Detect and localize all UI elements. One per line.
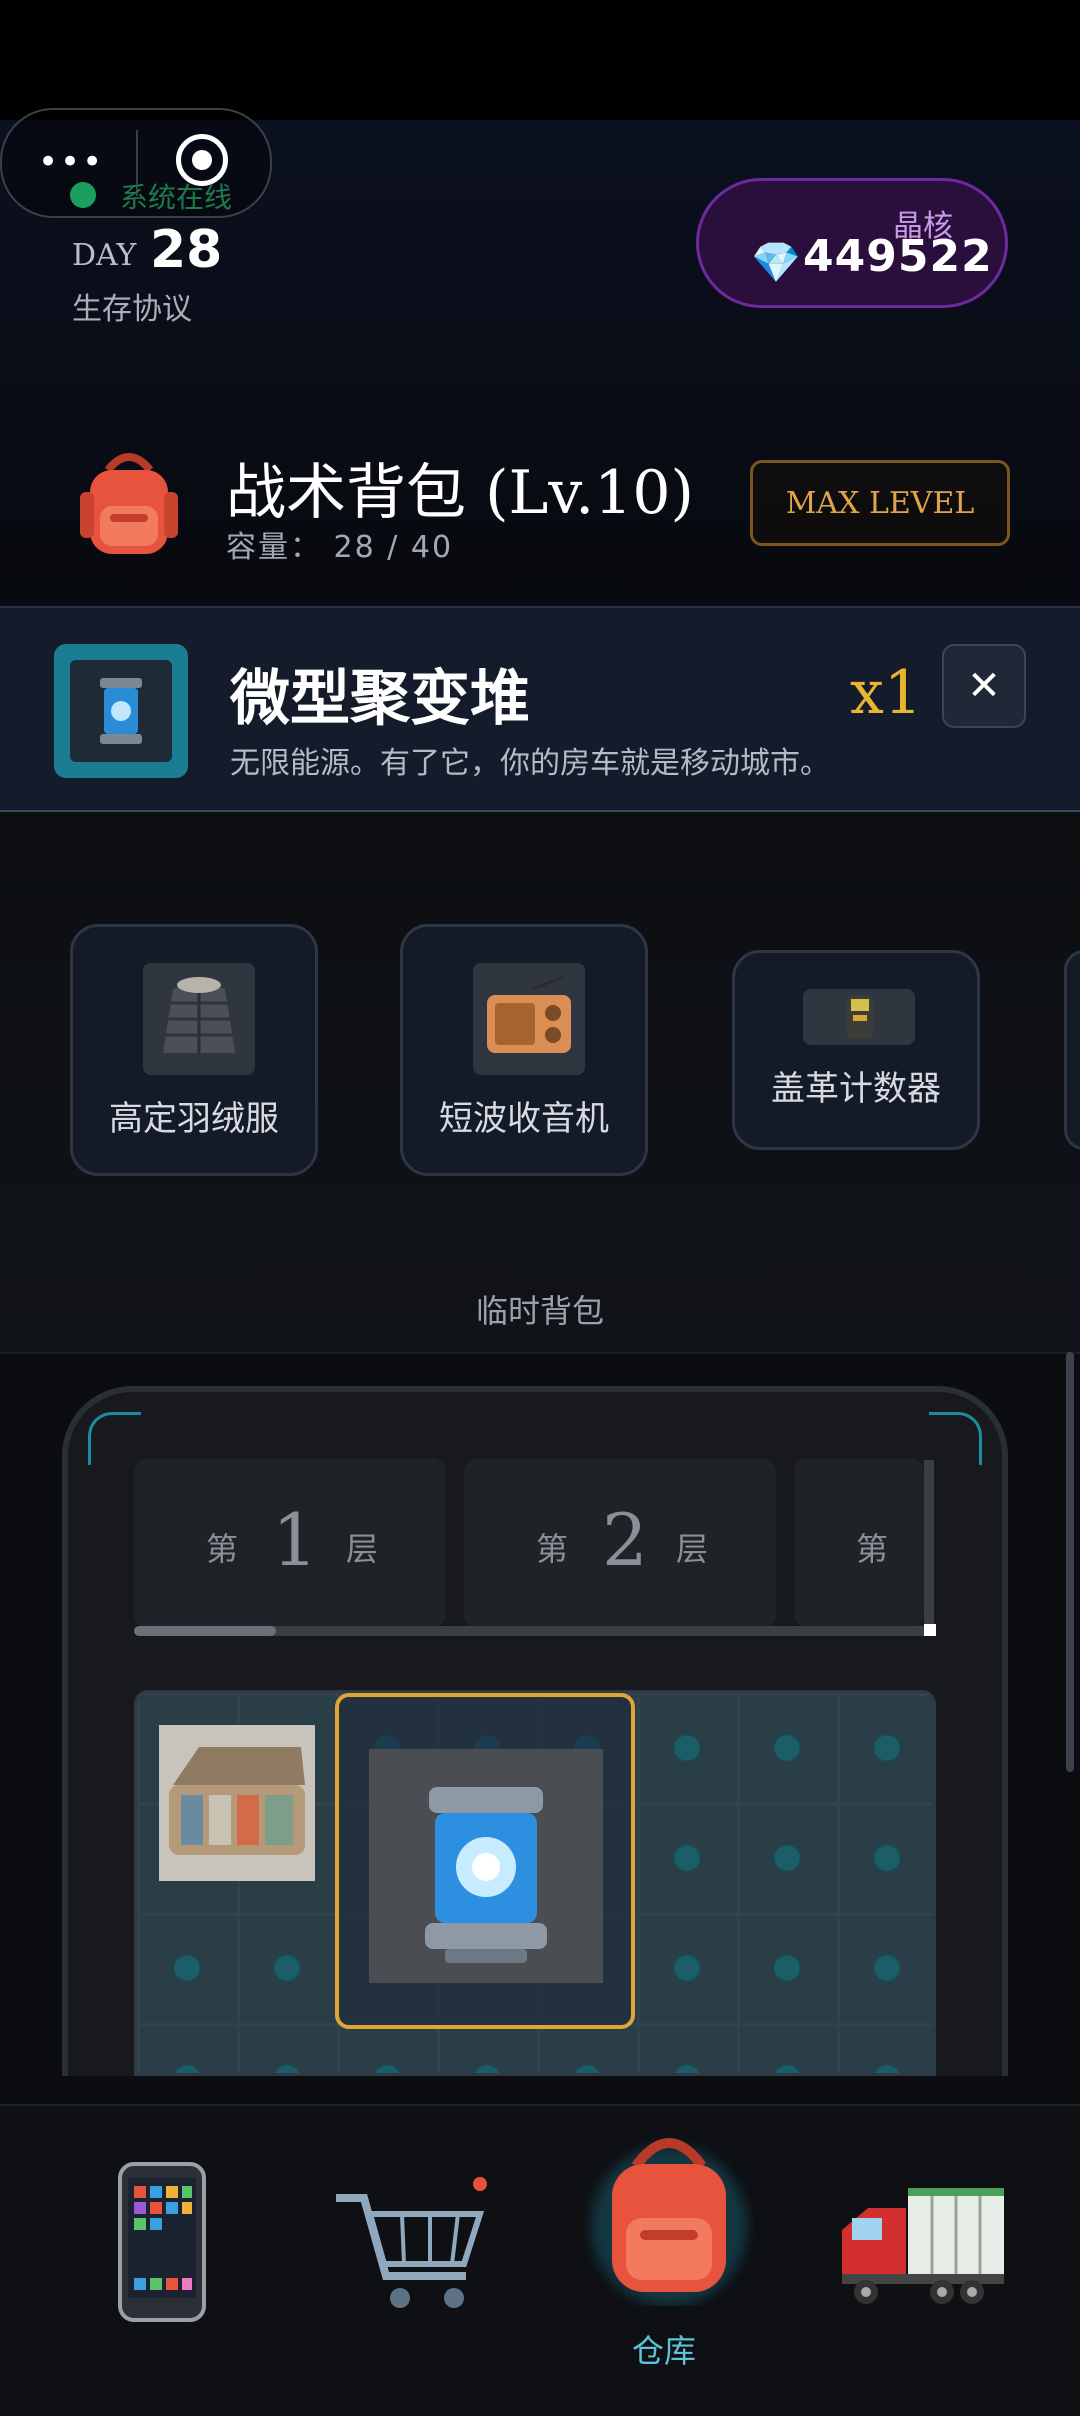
medical-kit-icon <box>169 1747 305 1855</box>
temp-item-label: 高定羽绒服 <box>109 1099 279 1139</box>
nav-warehouse[interactable]: 仓库 <box>584 2126 754 2370</box>
temp-item-label: 短波收音机 <box>439 1099 609 1139</box>
layer-tabs: 第 1 层 第 2 层 第 <box>134 1458 936 1634</box>
storage-grid[interactable] <box>134 1690 936 2076</box>
selected-grid-item[interactable] <box>335 1693 635 2029</box>
selected-item-quantity: x1 <box>850 658 923 728</box>
temp-item-card[interactable]: 盖革计数器 <box>732 950 980 1150</box>
tab-layer-1[interactable]: 第 1 层 <box>134 1458 446 1628</box>
radio-icon <box>473 963 585 1075</box>
tab-layer-2[interactable]: 第 2 层 <box>464 1458 776 1628</box>
close-icon[interactable]: ✕ <box>942 644 1026 728</box>
crystal-balance[interactable]: 晶核 💎 449522 <box>696 178 1008 308</box>
frame-corner <box>929 1412 982 1465</box>
backpack-icon <box>74 448 184 558</box>
online-status-text: 系统在线 <box>120 181 233 214</box>
fusion-reactor-icon <box>425 1787 547 1963</box>
down-jacket-icon <box>143 963 255 1075</box>
medical-kit-item[interactable] <box>159 1725 315 1881</box>
nav-truck[interactable] <box>838 2180 1008 2310</box>
scroll-corner <box>924 1624 936 1636</box>
nav-phone[interactable] <box>114 2160 210 2324</box>
day-label: DAY <box>72 238 137 273</box>
bottom-nav: 仓库 <box>0 2104 1080 2416</box>
temp-item-card[interactable]: 短波收音机 <box>400 924 648 1176</box>
temp-item-carousel[interactable]: 高定羽绒服 短波收音机 盖革计数器 <box>0 812 1080 1352</box>
temp-backpack-label: 临时背包 <box>475 1292 604 1330</box>
backpack-capacity: 容量： 28 / 40 <box>226 530 454 565</box>
geiger-counter-icon <box>803 989 915 1045</box>
tabs-vertical-scrollbar[interactable] <box>924 1460 934 1628</box>
tab-layer-3[interactable]: 第 <box>794 1458 924 1628</box>
status-bar-area <box>0 0 1080 120</box>
online-status-icon <box>70 182 96 208</box>
selected-item-banner: 微型聚变堆 无限能源。有了它，你的房车就是移动城市。 x1 ✕ <box>0 606 1080 812</box>
shopping-cart-icon <box>336 2177 487 2308</box>
selected-item-name: 微型聚变堆 <box>230 664 530 734</box>
max-level-button[interactable]: MAX LEVEL <box>750 460 1010 546</box>
truck-icon <box>842 2188 1004 2304</box>
tabs-scroll-thumb[interactable] <box>134 1626 276 1636</box>
nav-shop[interactable] <box>330 2164 496 2324</box>
selected-item-thumbnail <box>54 644 188 778</box>
nav-warehouse-label: 仓库 <box>631 2332 696 2370</box>
temp-item-label: 盖革计数器 <box>771 1069 941 1109</box>
phone-icon <box>118 2162 206 2322</box>
temp-item-card[interactable]: 高定羽绒服 <box>70 924 318 1176</box>
gem-icon: 💎 <box>751 240 801 286</box>
protocol-text: 生存协议 <box>72 292 192 327</box>
fusion-reactor-icon <box>100 678 142 744</box>
more-icon[interactable]: ••• <box>38 145 104 179</box>
crystal-value: 449522 <box>803 231 993 282</box>
selected-item-description: 无限能源。有了它，你的房车就是移动城市。 <box>230 746 830 781</box>
backpack-title: 战术背包 (Lv.10) <box>226 458 694 528</box>
day-number: 28 <box>150 220 223 280</box>
temp-item-card-partial[interactable] <box>1064 950 1080 1150</box>
backpack-icon <box>591 2138 747 2306</box>
page-scrollbar[interactable] <box>1066 1352 1074 1772</box>
